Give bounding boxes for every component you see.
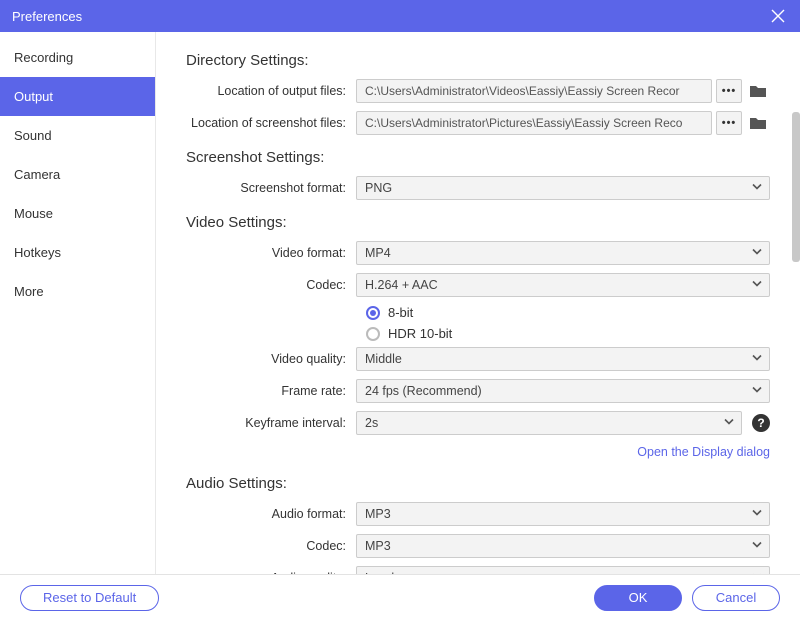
row-audio-format: Audio format: MP3 (186, 502, 770, 526)
section-audio-title: Audio Settings: (186, 475, 770, 492)
select-screenshot-format[interactable]: PNG (356, 176, 770, 200)
browse-output-button[interactable]: ••• (716, 79, 742, 103)
row-frame-rate: Frame rate: 24 fps (Recommend) (186, 379, 770, 403)
select-value: Middle (365, 352, 402, 366)
content: Directory Settings: Location of output f… (156, 32, 800, 574)
reset-to-default-button[interactable]: Reset to Default (20, 585, 159, 611)
label-video-quality: Video quality: (186, 352, 356, 366)
sidebar: Recording Output Sound Camera Mouse Hotk… (0, 32, 156, 574)
select-value: MP3 (365, 507, 391, 521)
keyframe-help-button[interactable]: ? (752, 414, 770, 432)
radio-8bit-label: 8-bit (388, 305, 413, 320)
content-wrap: Directory Settings: Location of output f… (156, 32, 800, 574)
radio-hdr10[interactable] (366, 327, 380, 341)
open-display-dialog-link[interactable]: Open the Display dialog (637, 445, 770, 459)
input-output-location[interactable]: C:\Users\Administrator\Videos\Eassiy\Eas… (356, 79, 712, 103)
label-screenshot-location: Location of screenshot files: (186, 116, 356, 130)
chevron-down-icon (751, 539, 763, 554)
chevron-down-icon (751, 181, 763, 196)
row-video-quality: Video quality: Middle (186, 347, 770, 371)
select-value: H.264 + AAC (365, 278, 438, 292)
row-audio-codec: Codec: MP3 (186, 534, 770, 558)
label-keyframe-interval: Keyframe interval: (186, 416, 356, 430)
select-value: MP4 (365, 246, 391, 260)
sidebar-item-mouse[interactable]: Mouse (0, 194, 155, 233)
main-area: Recording Output Sound Camera Mouse Hotk… (0, 32, 800, 574)
radio-hdr10-label: HDR 10-bit (388, 326, 452, 341)
radio-8bit[interactable] (366, 306, 380, 320)
select-audio-format[interactable]: MP3 (356, 502, 770, 526)
select-audio-codec[interactable]: MP3 (356, 534, 770, 558)
sidebar-item-camera[interactable]: Camera (0, 155, 155, 194)
select-keyframe-interval[interactable]: 2s (356, 411, 742, 435)
select-value: MP3 (365, 539, 391, 553)
scrollbar-thumb[interactable] (792, 112, 800, 262)
folder-icon (749, 116, 767, 130)
select-video-format[interactable]: MP4 (356, 241, 770, 265)
row-keyframe-interval: Keyframe interval: 2s ? (186, 411, 770, 435)
radio-hdr10-row: HDR 10-bit (186, 326, 770, 341)
sidebar-item-hotkeys[interactable]: Hotkeys (0, 233, 155, 272)
row-video-codec: Codec: H.264 + AAC (186, 273, 770, 297)
select-frame-rate[interactable]: 24 fps (Recommend) (356, 379, 770, 403)
row-video-format: Video format: MP4 (186, 241, 770, 265)
select-value: Lossless (365, 571, 414, 574)
chevron-down-icon (751, 507, 763, 522)
chevron-down-icon (723, 416, 735, 431)
chevron-down-icon (751, 571, 763, 575)
section-video-title: Video Settings: (186, 214, 770, 231)
select-video-codec[interactable]: H.264 + AAC (356, 273, 770, 297)
close-button[interactable] (768, 6, 788, 26)
row-output-location: Location of output files: C:\Users\Admin… (186, 79, 770, 103)
label-audio-format: Audio format: (186, 507, 356, 521)
label-video-format: Video format: (186, 246, 356, 260)
sidebar-item-more[interactable]: More (0, 272, 155, 311)
window-title: Preferences (12, 9, 768, 24)
chevron-down-icon (751, 278, 763, 293)
folder-icon (749, 84, 767, 98)
label-output-location: Location of output files: (186, 84, 356, 98)
footer: Reset to Default OK Cancel (0, 574, 800, 620)
sidebar-item-sound[interactable]: Sound (0, 116, 155, 155)
cancel-button[interactable]: Cancel (692, 585, 780, 611)
select-value: 2s (365, 416, 378, 430)
label-video-codec: Codec: (186, 278, 356, 292)
label-screenshot-format: Screenshot format: (186, 181, 356, 195)
row-screenshot-format: Screenshot format: PNG (186, 176, 770, 200)
section-screenshot-title: Screenshot Settings: (186, 149, 770, 166)
open-output-folder-button[interactable] (746, 79, 770, 103)
sidebar-item-output[interactable]: Output (0, 77, 155, 116)
open-screenshot-folder-button[interactable] (746, 111, 770, 135)
browse-screenshot-button[interactable]: ••• (716, 111, 742, 135)
label-audio-quality: Audio quality: (186, 571, 356, 574)
select-value: PNG (365, 181, 392, 195)
row-audio-quality: Audio quality: Lossless (186, 566, 770, 574)
ok-button[interactable]: OK (594, 585, 682, 611)
radio-8bit-row: 8-bit (186, 305, 770, 320)
input-screenshot-location[interactable]: C:\Users\Administrator\Pictures\Eassiy\E… (356, 111, 712, 135)
select-value: 24 fps (Recommend) (365, 384, 482, 398)
chevron-down-icon (751, 246, 763, 261)
close-icon (771, 9, 785, 23)
label-frame-rate: Frame rate: (186, 384, 356, 398)
chevron-down-icon (751, 352, 763, 367)
chevron-down-icon (751, 384, 763, 399)
section-directory-title: Directory Settings: (186, 52, 770, 69)
display-link-row: Open the Display dialog (186, 443, 770, 461)
sidebar-item-recording[interactable]: Recording (0, 38, 155, 77)
titlebar: Preferences (0, 0, 800, 32)
select-audio-quality[interactable]: Lossless (356, 566, 770, 574)
select-video-quality[interactable]: Middle (356, 347, 770, 371)
label-audio-codec: Codec: (186, 539, 356, 553)
row-screenshot-location: Location of screenshot files: C:\Users\A… (186, 111, 770, 135)
